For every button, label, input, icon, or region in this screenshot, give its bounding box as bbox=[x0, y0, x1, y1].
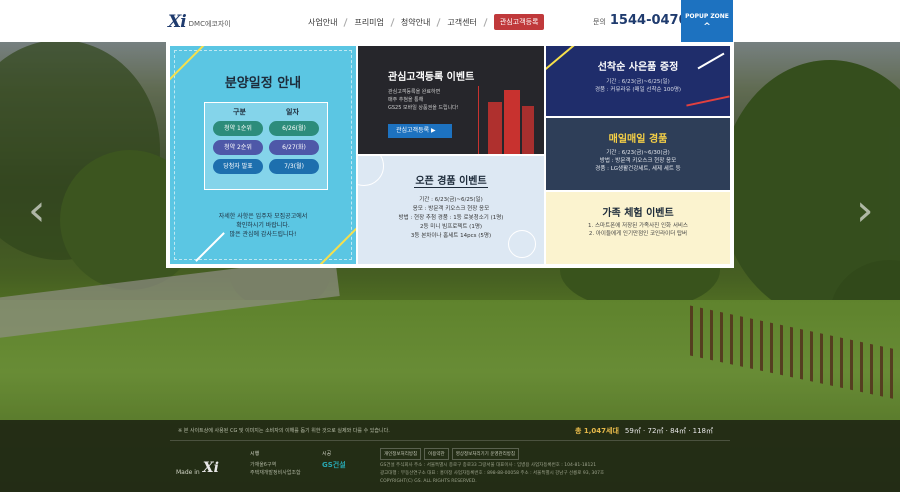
unit-sizes: 59㎡ · 72㎡ · 84㎡ · 118㎡ bbox=[624, 427, 714, 435]
site-footer: ※ 본 사이트상에 사용된 CG 및 이미지는 소비자의 이해를 돕기 위한 것… bbox=[0, 420, 900, 492]
builder-info: 시공 GS건설 bbox=[322, 451, 346, 469]
nav-customer-center[interactable]: 고객센터 bbox=[439, 17, 484, 28]
popup-open-event[interactable]: 오픈 경품 이벤트 기간 : 6/23(금)~6/25(일) 응모 : 방문객 … bbox=[358, 156, 544, 264]
register-event-desc: 관심고객등록을 완료하면 매주 추첨을 통해 GS25 모바일 상품권을 드립니… bbox=[388, 89, 459, 111]
register-event-button[interactable]: 관심고객등록 ▶ bbox=[388, 124, 452, 138]
first-come-desc: 기간 : 6/23(금)~6/25(일) 경품 : 커뮤라유 (매일 선착순 1… bbox=[594, 79, 682, 93]
chevron-up-icon: ^ bbox=[703, 22, 711, 32]
schedule-table: 구분 일자 청약 1순위 6/26(월) 청약 2순위 6/27(화) 당첨자 … bbox=[204, 102, 328, 190]
schedule-type: 청약 2순위 bbox=[213, 140, 263, 155]
popup-family-event[interactable]: 가족 체험 이벤트 1. 스마트폰에 저장된 가족사진 인화 서비스 2. 아이… bbox=[546, 192, 730, 264]
daily-prize-title: 매일매일 경품 bbox=[608, 134, 668, 145]
schedule-date: 6/26(월) bbox=[269, 121, 319, 136]
site-logo[interactable]: Xi DMC에코자이 bbox=[168, 12, 231, 32]
register-event-title: 관심고객등록 이벤트 bbox=[388, 72, 475, 83]
site-header: Xi DMC에코자이 사업안내 프리미엄 청약안내 고객센터 관심고객등록 문의… bbox=[0, 0, 900, 42]
slider-next-arrow-icon[interactable]: › bbox=[856, 186, 876, 236]
xi-logo-mark: Xi bbox=[168, 12, 187, 32]
main-nav: 사업안내 프리미엄 청약안내 고객센터 관심고객등록 bbox=[300, 14, 545, 30]
phone-label: 문의 bbox=[593, 18, 606, 26]
popup-schedule[interactable]: 분양일정 안내 구분 일자 청약 1순위 6/26(월) 청약 2순위 6/27… bbox=[170, 46, 356, 264]
popup-zone-label: POPUP ZONE bbox=[685, 13, 729, 20]
made-in-xi-logo: Made in Xi bbox=[176, 460, 219, 476]
nav-business[interactable]: 사업안내 bbox=[300, 17, 345, 28]
cctv-policy-link[interactable]: 영상정보처리기기 운영관리방침 bbox=[451, 448, 520, 460]
popup-daily-prize[interactable]: 매일매일 경품 기간 : 6/23(금)~6/30(금) 방법 : 방문객 키오… bbox=[546, 118, 730, 190]
schedule-row: 당첨자 발표 7/3(월) bbox=[213, 159, 319, 174]
open-event-desc: 기간 : 6/23(금)~6/25(일) 응모 : 방문객 키오스크 현장 응모… bbox=[398, 197, 504, 239]
schedule-note: 자세한 사항은 입주자 모집공고에서 확인하시기 바랍니다. 많은 관심에 감사… bbox=[218, 213, 308, 238]
schedule-date: 6/27(화) bbox=[269, 140, 319, 155]
popup-first-come-gift[interactable]: 선착순 사은품 증정 기간 : 6/23(금)~6/25(일) 경품 : 커뮤라… bbox=[546, 46, 730, 116]
footer-links: 개인정보처리방침 이용약관 영상정보처리기기 운영관리방침 bbox=[380, 448, 520, 460]
schedule-row: 청약 1순위 6/26(월) bbox=[213, 121, 319, 136]
family-event-title: 가족 체험 이벤트 bbox=[602, 208, 674, 219]
contact-phone: 문의 1544-0470 bbox=[593, 13, 688, 28]
developer-info: 시행 가재울6구역 주택재개발정비사업조합 bbox=[250, 451, 301, 476]
schedule-type: 청약 1순위 bbox=[213, 121, 263, 136]
schedule-date: 7/3(월) bbox=[269, 159, 319, 174]
nav-subscription[interactable]: 청약안내 bbox=[393, 17, 438, 28]
popup-zone-panel: 분양일정 안내 구분 일자 청약 1순위 6/26(월) 청약 2순위 6/27… bbox=[166, 42, 734, 268]
slider-prev-arrow-icon[interactable]: ‹ bbox=[28, 186, 48, 236]
first-come-title: 선착순 사은품 증정 bbox=[597, 62, 679, 73]
daily-prize-desc: 기간 : 6/23(금)~6/30(금) 방법 : 방문객 키오스크 현장 응모… bbox=[595, 150, 681, 172]
gs-logo: GS건설 bbox=[322, 461, 346, 469]
family-event-desc: 1. 스마트폰에 저장된 가족사진 인화 서비스 2. 아이들에게 인기만점인 … bbox=[587, 223, 688, 237]
logo-text: DMC에코자이 bbox=[188, 20, 231, 28]
phone-number: 1544-0470 bbox=[609, 13, 688, 28]
nav-premium[interactable]: 프리미엄 bbox=[346, 17, 391, 28]
col-date-header: 일자 bbox=[286, 108, 299, 116]
company-info: GS건설 주식회사 주소 : 서울특별시 종로구 종로33 그랑서울 대표이사 … bbox=[380, 463, 605, 484]
popup-register-event[interactable]: 관심고객등록 이벤트 관심고객등록을 완료하면 매주 추첨을 통해 GS25 모… bbox=[358, 46, 544, 154]
privacy-policy-link[interactable]: 개인정보처리방침 bbox=[380, 448, 422, 460]
popup-zone-toggle[interactable]: POPUP ZONE ^ bbox=[681, 0, 733, 42]
total-units: 총 1,047세대 bbox=[575, 427, 619, 435]
unit-summary: 총 1,047세대 59㎡ · 72㎡ · 84㎡ · 118㎡ bbox=[575, 426, 713, 436]
cg-notice: ※ 본 사이트상에 사용된 CG 및 이미지는 소비자의 이해를 돕기 위한 것… bbox=[178, 428, 390, 434]
col-type-header: 구분 bbox=[233, 108, 246, 116]
schedule-title: 분양일정 안내 bbox=[224, 76, 302, 91]
schedule-row: 청약 2순위 6/27(화) bbox=[213, 140, 319, 155]
open-event-title: 오픈 경품 이벤트 bbox=[415, 176, 487, 187]
schedule-type: 당첨자 발표 bbox=[213, 159, 263, 174]
register-interest-button[interactable]: 관심고객등록 bbox=[493, 14, 545, 30]
terms-link[interactable]: 이용약관 bbox=[424, 448, 449, 460]
